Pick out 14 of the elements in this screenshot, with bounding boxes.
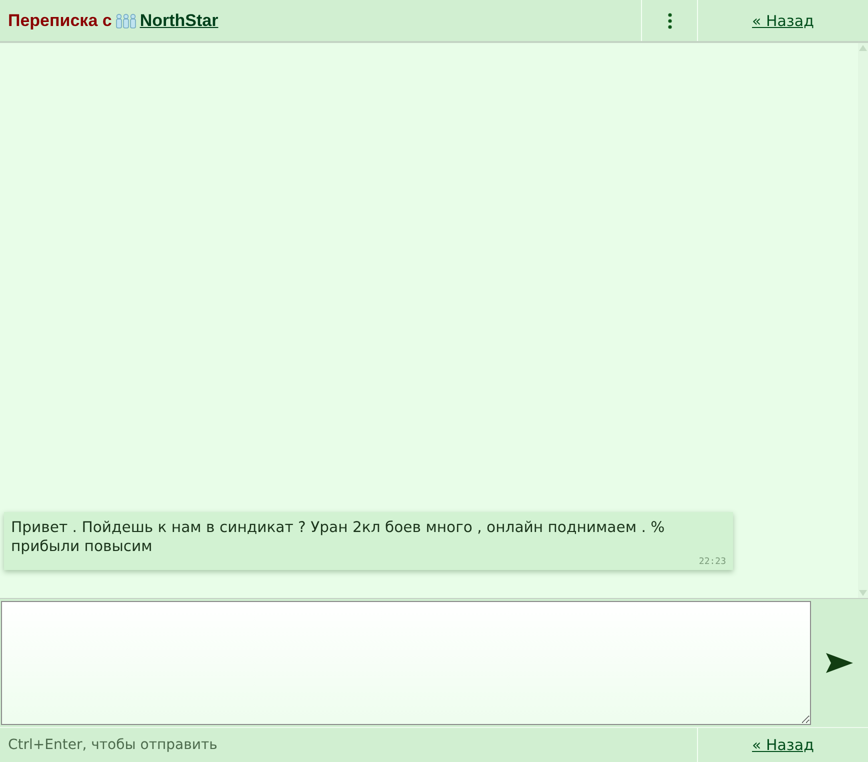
message-time: 22:23 xyxy=(698,557,726,567)
send-hint: Ctrl+Enter, чтобы отправить xyxy=(8,737,218,753)
back-link[interactable]: « Назад xyxy=(752,736,814,754)
message-text: Привет . Пойдешь к нам в синдикат ? Уран 2кл боев много , онлайн поднимаем . % прибыли повысим xyxy=(11,518,666,556)
send-icon xyxy=(826,653,853,673)
scroll-down-icon[interactable] xyxy=(859,590,867,596)
back-link[interactable]: « Назад xyxy=(752,12,814,30)
scrollbar[interactable] xyxy=(858,43,868,598)
chat-title: Переписка с xyxy=(8,10,112,30)
contact-link[interactable]: NorthStar xyxy=(140,10,218,30)
people-icon xyxy=(114,12,137,28)
scroll-up-icon[interactable] xyxy=(859,45,867,51)
message-input[interactable] xyxy=(1,601,811,725)
more-icon xyxy=(668,12,672,28)
